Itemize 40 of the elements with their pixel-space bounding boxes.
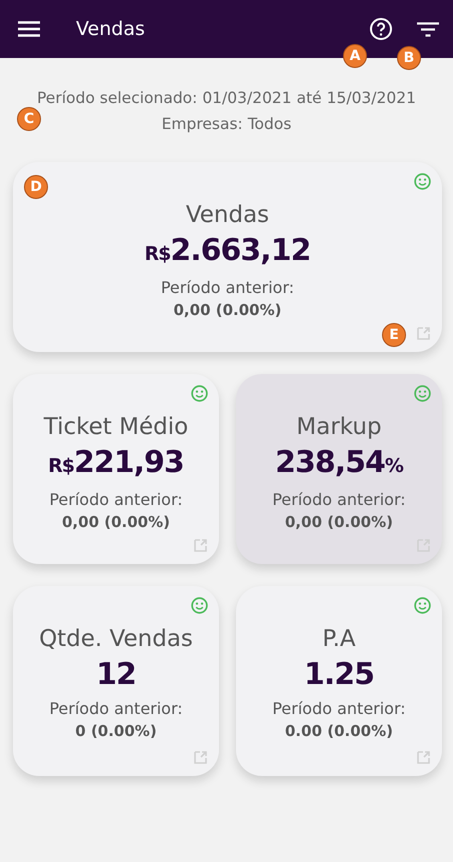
kpi-card[interactable]: Qtde. Vendas 12 Período anterior: 0 (0.00%) <box>13 586 219 776</box>
kpi-value: 1.25 <box>304 656 374 694</box>
callout-badge: E <box>382 323 406 347</box>
kpi-title: Qtde. Vendas <box>39 625 193 654</box>
callout-badge: C <box>17 107 41 131</box>
callout-badge: D <box>24 175 48 199</box>
previous-period-value: 0.00 (0.00%) <box>285 721 393 742</box>
kpi-value: R$221,93 <box>48 444 184 482</box>
callout-badge: A <box>343 44 367 68</box>
previous-period-value: 0,00 (0.00%) <box>285 512 393 533</box>
external-link-icon[interactable] <box>194 751 207 764</box>
kpi-value: 12 <box>96 656 136 694</box>
previous-period-label: Período anterior: <box>49 489 183 511</box>
kpi-value: 238,54% <box>275 444 403 482</box>
previous-period-value: 0 (0.00%) <box>75 721 157 742</box>
menu-icon[interactable] <box>18 21 40 37</box>
filter-icon[interactable] <box>417 22 439 36</box>
callout-badge: B <box>397 46 421 70</box>
kpi-title: P.A <box>322 625 356 654</box>
previous-period-label: Período anterior: <box>272 489 406 511</box>
kpi-title: Ticket Médio <box>44 413 188 442</box>
kpi-card[interactable]: Markup 238,54% Período anterior: 0,00 (0.00%) <box>236 374 442 564</box>
previous-period-label: Período anterior: <box>272 698 406 720</box>
previous-period-label: Período anterior: <box>160 277 294 299</box>
kpi-card[interactable]: Ticket Médio R$221,93 Período anterior: 0,00 (0.00%) <box>13 374 219 564</box>
help-icon[interactable] <box>369 17 393 41</box>
period-text: Período selecionado: 01/03/2021 até 15/03/2021 <box>37 88 416 109</box>
previous-period-value: 0,00 (0.00%) <box>174 300 282 321</box>
kpi-title: Vendas <box>186 201 270 230</box>
external-link-icon[interactable] <box>417 751 430 764</box>
kpi-value: R$2.663,12 <box>144 232 310 270</box>
previous-period-value: 0,00 (0.00%) <box>62 512 170 533</box>
external-link-icon[interactable] <box>417 327 430 340</box>
companies-text: Empresas: Todos <box>162 114 292 135</box>
kpi-title: Markup <box>296 413 382 442</box>
page-title: Vendas <box>76 18 146 40</box>
kpi-card[interactable]: P.A 1.25 Período anterior: 0.00 (0.00%) <box>236 586 442 776</box>
kpi-card[interactable]: Vendas R$2.663,12 Período anterior: 0,00 (0.00%) D E <box>13 162 442 352</box>
external-link-icon[interactable] <box>194 539 207 552</box>
previous-period-label: Período anterior: <box>49 698 183 720</box>
